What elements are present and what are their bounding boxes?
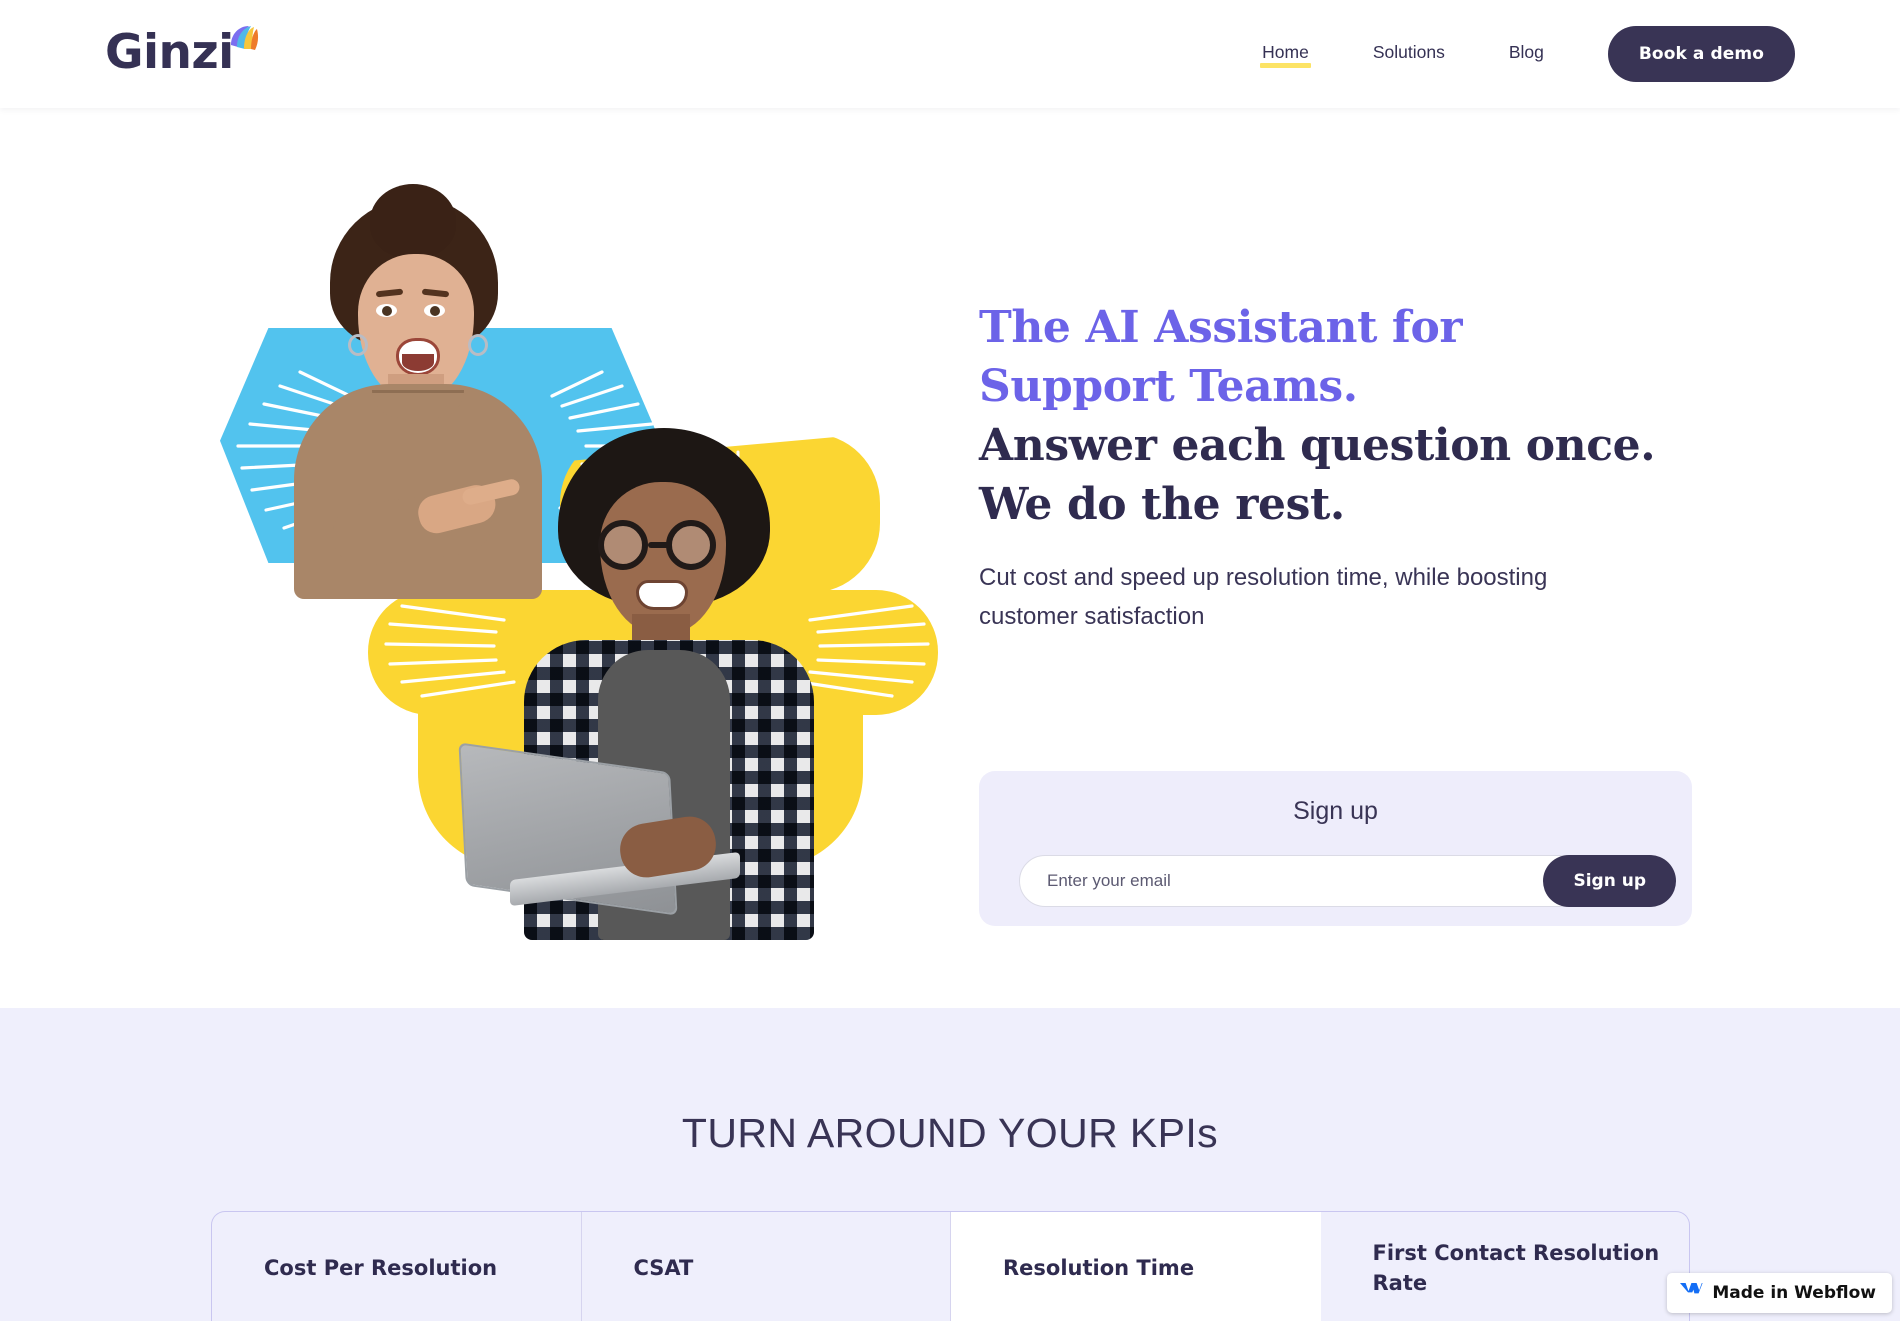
kpi-tab-resolution-time[interactable]: Resolution Time <box>951 1212 1321 1321</box>
kpi-tab-csat[interactable]: CSAT <box>582 1212 951 1321</box>
photo-man-with-laptop <box>458 428 860 940</box>
brand-logo-link[interactable]: Ginzi <box>105 22 261 86</box>
hero-collage-illustration <box>190 184 938 940</box>
signup-card: Sign up Sign up <box>979 771 1692 926</box>
hero-headline-dark-line-2: We do the rest. <box>979 479 1345 530</box>
nav-item-home[interactable]: Home <box>1260 42 1311 68</box>
kpi-tab-bar: Cost Per Resolution CSAT Resolution Time… <box>211 1211 1690 1321</box>
nav-item-solutions[interactable]: Solutions <box>1373 42 1445 66</box>
hero-section: The AI Assistant for Support Teams. Answ… <box>0 108 1900 1008</box>
signup-title: Sign up <box>1293 797 1378 825</box>
site-header: Ginzi Home Solutions Blog Book a demo <box>0 0 1900 108</box>
kpi-tab-cost-per-resolution[interactable]: Cost Per Resolution <box>212 1212 582 1321</box>
signup-form-row: Sign up <box>1019 855 1676 907</box>
webflow-logo-icon <box>1679 1282 1703 1304</box>
hero-headline-dark-line-1: Answer each question once. <box>979 420 1656 471</box>
kpi-tab-first-contact-resolution-rate[interactable]: First Contact Resolution Rate <box>1321 1212 1690 1321</box>
kpi-heading-main: TURN AROUND YOUR KPI <box>681 1110 1198 1156</box>
webflow-badge-label: Made in Webflow <box>1712 1283 1876 1303</box>
hero-headline: The AI Assistant for Support Teams. Answ… <box>979 298 1699 534</box>
hero-headline-accent-line-1: The AI Assistant for <box>979 302 1463 353</box>
kpi-heading-suffix: s <box>1197 1110 1219 1156</box>
kpi-section-heading: TURN AROUND YOUR KPIs <box>0 1110 1900 1157</box>
signup-submit-button[interactable]: Sign up <box>1543 855 1676 907</box>
ginzi-fan-logo-icon <box>227 24 261 58</box>
book-a-demo-button[interactable]: Book a demo <box>1607 26 1795 82</box>
brand-wordmark: Ginzi <box>105 25 234 80</box>
nav-item-blog[interactable]: Blog <box>1509 42 1544 66</box>
hero-copy-block: The AI Assistant for Support Teams. Answ… <box>979 298 1699 636</box>
primary-navigation: Home Solutions Blog Book a demo <box>1260 0 1795 108</box>
hero-subtitle: Cut cost and speed up resolution time, w… <box>979 564 1548 630</box>
page-root: Ginzi Home Solutions Blog Book a demo Th… <box>0 0 1900 1321</box>
hero-headline-accent-line-2: Support Teams. <box>979 361 1358 412</box>
made-in-webflow-badge[interactable]: Made in Webflow <box>1667 1273 1892 1313</box>
